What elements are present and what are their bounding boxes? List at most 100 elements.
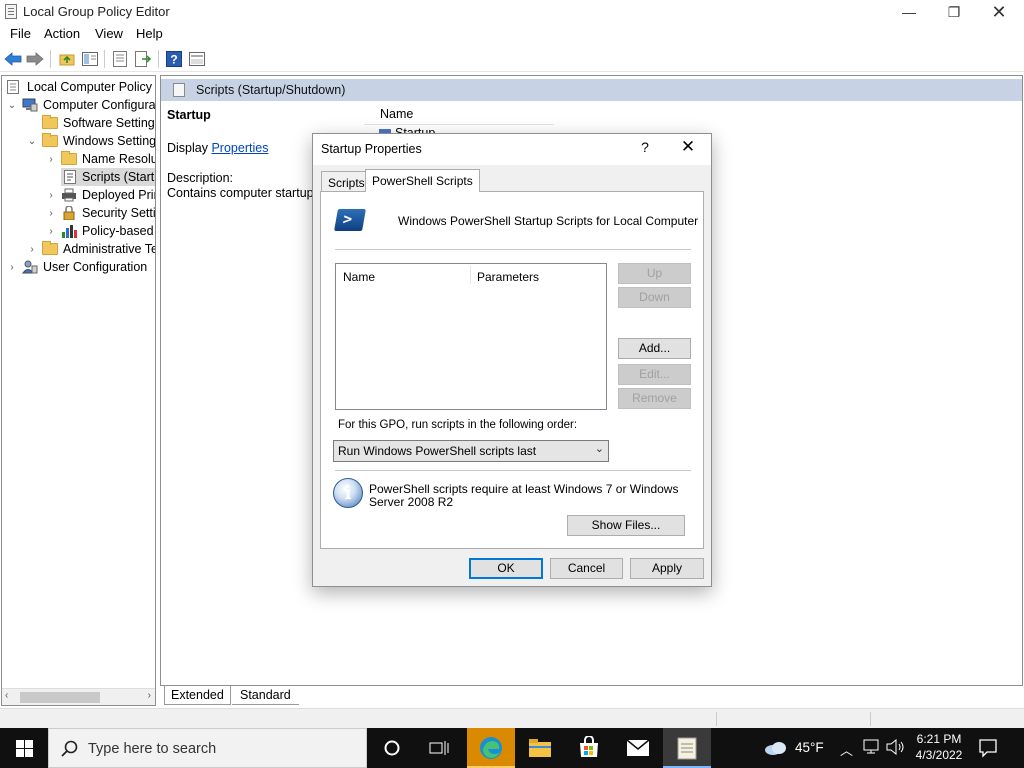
down-button[interactable]: Down — [618, 287, 691, 308]
tree-item-scripts-startup-shutdown[interactable]: Scripts (Startup/Shutdown) — [61, 168, 155, 186]
back-arrow-icon[interactable] — [4, 50, 22, 68]
minimize-button[interactable]: — — [886, 0, 932, 24]
properties-icon[interactable] — [111, 50, 129, 68]
chevron-right-icon[interactable]: › — [26, 244, 38, 255]
taskbar: Type here to search 45°F ︿ 6:21 PM 4/3/2… — [0, 728, 1024, 768]
weather-widget[interactable]: 45°F — [762, 728, 832, 768]
maximize-button[interactable]: ❐ — [931, 0, 977, 24]
taskbar-file-explorer[interactable] — [516, 728, 564, 768]
clock[interactable]: 6:21 PM 4/3/2022 — [912, 731, 966, 763]
menu-help[interactable]: Help — [136, 26, 163, 41]
tab-powershell-scripts[interactable]: PowerShell Scripts — [365, 169, 480, 192]
chevron-right-icon[interactable]: › — [45, 208, 57, 219]
pane-header: Scripts (Startup/Shutdown) — [161, 79, 1022, 101]
taskbar-store[interactable] — [565, 728, 613, 768]
section-title: Startup — [167, 108, 211, 122]
tree-item-computer-configuration[interactable]: ⌄ Computer Configuration — [6, 96, 155, 114]
chevron-down-icon[interactable]: ⌄ — [26, 136, 38, 147]
svg-text:?: ? — [170, 53, 177, 67]
description-label: Description: — [167, 171, 233, 185]
tree-item-label: User Configuration — [43, 260, 148, 274]
column-header-name[interactable]: Name — [380, 107, 413, 121]
dialog-title-bar: Startup Properties ? ✕ — [313, 134, 711, 165]
menu-file[interactable]: File — [10, 26, 31, 41]
menu-action[interactable]: Action — [44, 26, 80, 41]
startup-properties-dialog: Startup Properties ? ✕ Scripts PowerShel… — [312, 133, 712, 587]
tree-item-policy-based-qos[interactable]: › Policy-based QoS — [45, 222, 155, 240]
tab-extended[interactable]: Extended — [164, 686, 231, 705]
up-folder-icon[interactable] — [58, 50, 76, 68]
toolbar-separator — [104, 50, 105, 68]
info-icon: i — [333, 478, 363, 508]
column-header-parameters[interactable]: Parameters — [477, 270, 539, 284]
chevron-right-icon[interactable]: › — [45, 190, 57, 201]
notifications-icon[interactable] — [978, 738, 998, 761]
tree-horizontal-scrollbar[interactable]: ‹ › — [2, 688, 155, 705]
add-button[interactable]: Add... — [618, 338, 691, 359]
column-divider[interactable] — [470, 266, 471, 284]
scripts-list[interactable]: Name Parameters — [335, 263, 607, 410]
cortana-icon — [384, 740, 400, 756]
script-icon — [173, 83, 185, 97]
task-view-button[interactable] — [423, 728, 455, 768]
chevron-right-icon[interactable]: › — [6, 262, 18, 273]
help-icon[interactable]: ? — [165, 50, 183, 68]
status-divider — [716, 712, 717, 726]
volume-icon[interactable] — [886, 738, 906, 758]
folder-icon — [61, 151, 77, 165]
run-order-label: For this GPO, run scripts in the followi… — [338, 419, 578, 431]
scroll-right-icon[interactable]: › — [148, 690, 151, 701]
cancel-button[interactable]: Cancel — [550, 558, 623, 579]
tree-item-administrative-templates[interactable]: › Administrative Templates — [26, 240, 155, 258]
dialog-help-button[interactable]: ? — [635, 139, 655, 159]
console-tree: Local Computer Policy ⌄ Computer Configu… — [1, 75, 156, 706]
chevron-up-icon[interactable]: ︿ — [840, 740, 853, 759]
menu-view[interactable]: View — [95, 26, 123, 41]
close-window-button[interactable]: ✕ — [976, 0, 1022, 24]
taskbar-mail[interactable] — [614, 728, 662, 768]
up-button[interactable]: Up — [618, 263, 691, 284]
powershell-icon — [334, 209, 366, 231]
tree-item-local-computer-policy[interactable]: Local Computer Policy — [6, 78, 152, 96]
tree-item-name-resolution-policy[interactable]: › Name Resolution Policy — [45, 150, 155, 168]
chevron-right-icon[interactable]: › — [45, 154, 57, 165]
ok-button[interactable]: OK — [469, 558, 543, 579]
show-files-button[interactable]: Show Files... — [567, 515, 685, 536]
tree-item-software-settings[interactable]: Software Settings — [42, 114, 155, 132]
run-order-dropdown[interactable]: Run Windows PowerShell scripts last ⌄ — [333, 440, 609, 462]
show-console-icon[interactable] — [188, 50, 206, 68]
scrollbar-thumb[interactable] — [20, 692, 100, 703]
apply-button[interactable]: Apply — [630, 558, 704, 579]
scroll-left-icon[interactable]: ‹ — [5, 690, 8, 701]
toolbar: ? — [0, 46, 1024, 72]
taskbar-edge[interactable] — [467, 728, 515, 768]
taskbar-group-policy[interactable] — [663, 728, 711, 768]
windows-logo-icon — [15, 739, 33, 757]
task-view-icon — [429, 741, 449, 755]
export-list-icon[interactable] — [134, 50, 152, 68]
edit-button[interactable]: Edit... — [618, 364, 691, 385]
chevron-down-icon[interactable]: ⌄ — [6, 100, 18, 111]
properties-link[interactable]: Properties — [211, 141, 268, 155]
store-bag-icon — [580, 736, 598, 757]
tree-item-user-configuration[interactable]: › User Configuration — [6, 258, 147, 276]
search-box[interactable]: Type here to search — [48, 728, 367, 768]
tab-standard[interactable]: Standard — [232, 686, 299, 705]
network-icon[interactable] — [863, 739, 881, 758]
tree-item-deployed-printers[interactable]: › Deployed Printers — [45, 186, 155, 204]
tree-item-security-settings[interactable]: › Security Settings — [45, 204, 156, 222]
remove-button[interactable]: Remove — [618, 388, 691, 409]
powershell-tab-panel: Windows PowerShell Startup Scripts for L… — [320, 191, 704, 549]
title-bar: Local Group Policy Editor — ❐ ✕ — [0, 0, 1024, 24]
toolbar-separator — [50, 50, 51, 68]
dialog-close-button[interactable]: ✕ — [675, 137, 701, 159]
tree-item-label: Security Settings — [82, 206, 156, 220]
tree-item-windows-settings[interactable]: ⌄ Windows Settings — [26, 132, 155, 150]
show-hide-tree-icon[interactable] — [81, 50, 99, 68]
forward-arrow-icon[interactable] — [26, 50, 44, 68]
chevron-right-icon[interactable]: › — [45, 226, 57, 237]
column-header-name[interactable]: Name — [343, 270, 375, 284]
computer-icon — [22, 98, 38, 112]
cortana-button[interactable] — [376, 728, 408, 768]
start-button[interactable] — [0, 728, 48, 768]
